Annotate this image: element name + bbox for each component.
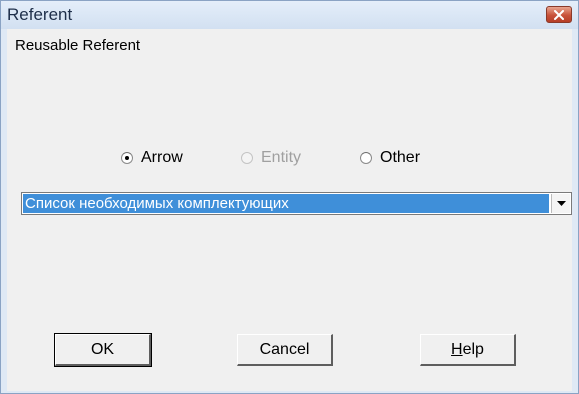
close-icon [554,9,564,20]
dialog-caption: Reusable Referent [15,37,141,54]
help-button[interactable]: Help [420,334,516,366]
radio-entity-label: Entity [261,149,302,166]
help-mnemonic: H [451,340,463,358]
ok-button-label: OK [90,340,115,358]
help-button-label: Help [451,341,484,359]
radio-arrow-circle[interactable] [121,152,133,164]
combobox-dropdown-button[interactable] [551,194,570,213]
radio-entity: Entity [241,149,301,167]
referent-type-radio-group: Arrow Entity Other [7,149,572,171]
cancel-button[interactable]: Cancel [237,334,333,366]
referent-combobox[interactable]: Список необходимых комплектующих [21,192,572,215]
help-label-rest: elp [462,340,484,358]
radio-selected-dot [125,156,129,160]
cancel-button-label: Cancel [259,340,310,358]
radio-other[interactable]: Other [360,149,420,167]
chevron-down-icon [556,200,566,206]
referent-dialog-window: Referent Reusable Referent Arrow Entity … [0,0,579,394]
radio-arrow[interactable]: Arrow [121,149,183,167]
combobox-selected-value[interactable]: Список необходимых комплектующих [23,194,549,213]
radio-other-label: Other [380,149,421,166]
window-title: Referent [7,5,73,24]
close-button[interactable] [546,6,572,23]
ok-button[interactable]: OK [54,333,152,367]
radio-arrow-label: Arrow [141,149,183,166]
title-bar[interactable]: Referent [1,1,578,29]
radio-entity-circle [241,152,253,164]
dialog-body: Reusable Referent Arrow Entity Other Спи… [7,29,572,391]
radio-other-circle[interactable] [360,152,372,164]
